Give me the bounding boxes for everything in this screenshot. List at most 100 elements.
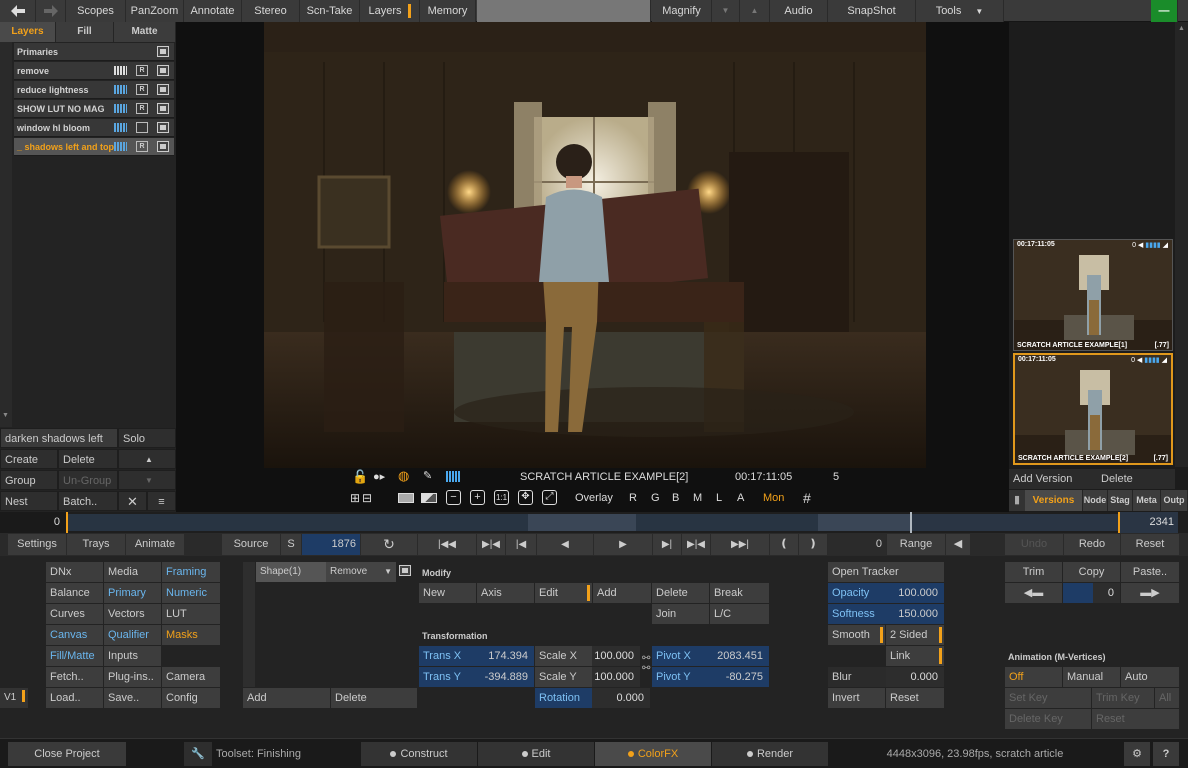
new-button[interactable]: New: [419, 583, 476, 603]
scn-take-button[interactable]: Scn-Take: [300, 0, 360, 22]
s-button[interactable]: S: [281, 534, 301, 555]
pivot-x-value[interactable]: 2083.451: [709, 646, 769, 666]
shape-item[interactable]: Shape(1): [256, 562, 326, 582]
version-thumbnail[interactable]: 00:17:11:05 0 ◀ ▮▮▮▮ ◢ SCRATCH ARTICLE E…: [1013, 239, 1173, 351]
visibility-icon[interactable]: [157, 65, 169, 76]
softness-label[interactable]: Softness: [828, 604, 886, 624]
speaker-icon[interactable]: ◀: [946, 534, 970, 555]
trim-button[interactable]: Trim: [1005, 562, 1062, 582]
copy-value[interactable]: 0: [1093, 583, 1120, 603]
scale-x-label[interactable]: Scale X: [535, 646, 592, 666]
scroll-down-icon[interactable]: ▼: [2, 412, 9, 419]
reset-key-button[interactable]: Reset: [1092, 709, 1179, 729]
break-button[interactable]: Break: [710, 583, 769, 603]
canvas-button[interactable]: Canvas: [46, 625, 103, 645]
qualifier-button[interactable]: Qualifier: [104, 625, 161, 645]
loop-icon[interactable]: ↻: [361, 534, 417, 555]
left-arrow-icon[interactable]: ◀▬: [1005, 583, 1062, 603]
tools-button[interactable]: Tools ▼: [916, 0, 1004, 22]
copy-slot[interactable]: [1063, 583, 1093, 603]
invert-button[interactable]: Invert: [828, 688, 885, 708]
dnx-button[interactable]: DNx: [46, 562, 103, 582]
ungroup-button[interactable]: Un-Group: [58, 470, 118, 490]
zoom-in-icon[interactable]: +: [470, 490, 485, 505]
timeline-track[interactable]: [68, 514, 528, 531]
channel-b-button[interactable]: B: [672, 492, 679, 504]
scale-y-label[interactable]: Scale Y: [535, 667, 592, 687]
split-icon[interactable]: [421, 493, 437, 503]
expand-icon[interactable]: ⤢: [542, 490, 557, 505]
checkbox-icon[interactable]: [136, 122, 148, 133]
image-viewer[interactable]: 🔓 ●▸ ◍ ✎ SCRATCH ARTICLE EXAMPLE[2] 00:1…: [176, 22, 1009, 512]
tab-meta[interactable]: Meta: [1133, 490, 1161, 511]
channel-a-button[interactable]: A: [737, 492, 744, 504]
bars-icon[interactable]: [446, 471, 460, 482]
delete-key-button[interactable]: Delete Key: [1005, 709, 1091, 729]
primary-button[interactable]: Primary: [104, 583, 161, 603]
shape-scrollbar[interactable]: [243, 562, 255, 687]
lock-icon[interactable]: 🔓: [352, 469, 368, 485]
trans-y-value[interactable]: -394.889: [476, 667, 534, 687]
anim-manual-button[interactable]: Manual: [1063, 667, 1120, 687]
layer-scrollbar[interactable]: [0, 42, 12, 427]
axis-button[interactable]: Axis: [477, 583, 534, 603]
trans-x-value[interactable]: 174.394: [476, 646, 534, 666]
link-chain-icon[interactable]: ⚯ ⚯: [642, 654, 650, 674]
help-button[interactable]: ?: [1153, 742, 1179, 766]
trans-y-label[interactable]: Trans Y: [419, 667, 476, 687]
reset-r-icon[interactable]: R: [136, 103, 148, 114]
undo-button[interactable]: Undo: [1005, 534, 1063, 555]
mon-button[interactable]: Mon: [763, 492, 784, 504]
lc-button[interactable]: L/C: [710, 604, 769, 624]
timeline-segment[interactable]: [818, 514, 910, 531]
layer-row[interactable]: Primaries: [14, 43, 174, 61]
delete-version-button[interactable]: Delete: [1097, 469, 1175, 489]
copy-button[interactable]: Copy: [1063, 562, 1120, 582]
video-frame[interactable]: [264, 22, 926, 468]
globe-icon[interactable]: ◍: [398, 468, 409, 484]
two-sided-button[interactable]: 2 Sided: [886, 625, 944, 645]
pivot-y-label[interactable]: Pivot Y: [652, 667, 709, 687]
forward-arrow-icon[interactable]: [36, 0, 66, 22]
stereo-button[interactable]: Stereo: [242, 0, 300, 22]
grid-icon[interactable]: #: [803, 490, 811, 506]
layer-row[interactable]: window hl bloom: [14, 119, 174, 137]
smooth-button[interactable]: Smooth: [828, 625, 885, 645]
delete-vertex-button[interactable]: Delete: [652, 583, 709, 603]
edit-tab[interactable]: Edit: [478, 742, 594, 766]
minimize-button[interactable]: —: [1151, 0, 1178, 22]
camera-button[interactable]: Camera: [162, 667, 220, 687]
scale-y-value[interactable]: 100.000: [592, 667, 640, 687]
animate-button[interactable]: Animate: [126, 534, 184, 555]
render-tab[interactable]: Render: [712, 742, 828, 766]
version-thumbnail-selected[interactable]: 00:17:11:05 0 ◀ ▮▮▮▮ ◢ SCRATCH ARTICLE E…: [1013, 353, 1173, 465]
panel-collapse-icon[interactable]: ▮: [1009, 490, 1025, 511]
panzoom-button[interactable]: PanZoom: [126, 0, 184, 22]
play-icon[interactable]: ▶: [594, 534, 652, 555]
trim-key-button[interactable]: Trim Key: [1092, 688, 1154, 708]
scopes-button[interactable]: Scopes: [66, 0, 126, 22]
group-button[interactable]: Group: [0, 470, 58, 490]
layer-name-field[interactable]: darken shadows left and: [0, 428, 118, 465]
nest-button[interactable]: Nest: [0, 491, 58, 511]
all-button[interactable]: All: [1155, 688, 1179, 708]
visibility-icon[interactable]: [157, 84, 169, 95]
next-mark-icon[interactable]: ▶|◀: [682, 534, 710, 555]
visibility-icon[interactable]: [157, 141, 169, 152]
masks-button[interactable]: Masks: [162, 625, 220, 645]
annotate-button[interactable]: Annotate: [184, 0, 242, 22]
scale-x-value[interactable]: 100.000: [592, 646, 640, 666]
set-key-button[interactable]: Set Key: [1005, 688, 1091, 708]
trays-button[interactable]: Trays: [67, 534, 125, 555]
overlay-button[interactable]: Overlay: [575, 492, 613, 504]
tab-fill[interactable]: Fill: [56, 22, 114, 42]
first-frame-icon[interactable]: |◀◀: [418, 534, 476, 555]
tab-matte[interactable]: Matte: [114, 22, 176, 42]
anim-auto-button[interactable]: Auto: [1121, 667, 1179, 687]
tab-versions[interactable]: Versions: [1025, 490, 1083, 511]
solo-button[interactable]: Solo: [118, 428, 176, 448]
last-frame-icon[interactable]: ▶▶|: [711, 534, 769, 555]
visibility-icon[interactable]: [157, 103, 169, 114]
timeline-segment[interactable]: [528, 514, 636, 531]
config-button[interactable]: Config: [162, 688, 220, 708]
